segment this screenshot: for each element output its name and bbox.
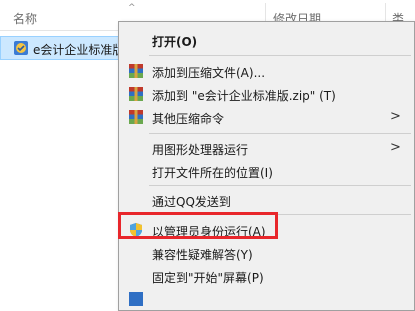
menu-item-add-to-archive[interactable]: 添加到压缩文件(A)... (119, 60, 414, 82)
file-name: e会计企业标准版 (33, 43, 125, 57)
menu-item-label: 用图形处理器运行 (152, 143, 249, 157)
menu-item-label: 兼容性疑难解答(Y) (152, 248, 253, 262)
menu-item-partial[interactable] (119, 288, 414, 310)
menu-item-other-compress[interactable]: 其他压缩命令 > (119, 106, 414, 128)
menu-item-label: 打开(O) (152, 35, 198, 49)
menu-item-label: 固定到"开始"屏幕(P) (152, 271, 264, 285)
menu-item-label: 通过QQ发送到 (152, 195, 231, 209)
menu-separator (149, 55, 411, 56)
menu-separator (149, 185, 411, 186)
app-file-icon (14, 41, 28, 55)
menu-item-add-to-zip[interactable]: 添加到 "e会计企业标准版.zip" (T) (119, 83, 414, 105)
menu-separator (149, 133, 411, 134)
menu-item-compat-troubleshoot[interactable]: 兼容性疑难解答(Y) (119, 242, 414, 264)
menu-item-open-file-location[interactable]: 打开文件所在的位置(I) (119, 160, 414, 182)
menu-item-label: 其他压缩命令 (152, 112, 225, 126)
menu-item-pin-to-start[interactable]: 固定到"开始"屏幕(P) (119, 265, 414, 287)
sort-arrow-icon[interactable]: ^ (128, 3, 136, 13)
menu-item-run-with-gpu[interactable]: 用图形处理器运行 > (119, 137, 414, 159)
menu-item-label: 打开文件所在的位置(I) (152, 166, 273, 180)
menu-item-send-via-qq[interactable]: 通过QQ发送到 (119, 189, 414, 211)
chevron-right-icon: > (390, 109, 401, 124)
winrar-icon (129, 64, 143, 78)
menu-item-open[interactable]: 打开(O) (119, 29, 414, 51)
menu-item-label: 添加到 "e会计企业标准版.zip" (T) (152, 89, 336, 103)
uac-shield-icon (129, 292, 143, 306)
column-name[interactable]: 名称 (13, 10, 37, 27)
menu-item-label: 添加到压缩文件(A)... (152, 66, 266, 80)
chevron-right-icon: > (390, 140, 401, 155)
winrar-icon (129, 110, 143, 124)
file-row-selected[interactable]: e会计企业标准版 (0, 36, 125, 60)
highlight-box (118, 212, 278, 239)
context-menu: 打开(O) 添加到压缩文件(A)... 添加到 "e会计企业标准版.zip" (… (118, 21, 415, 311)
winrar-icon (129, 87, 143, 101)
